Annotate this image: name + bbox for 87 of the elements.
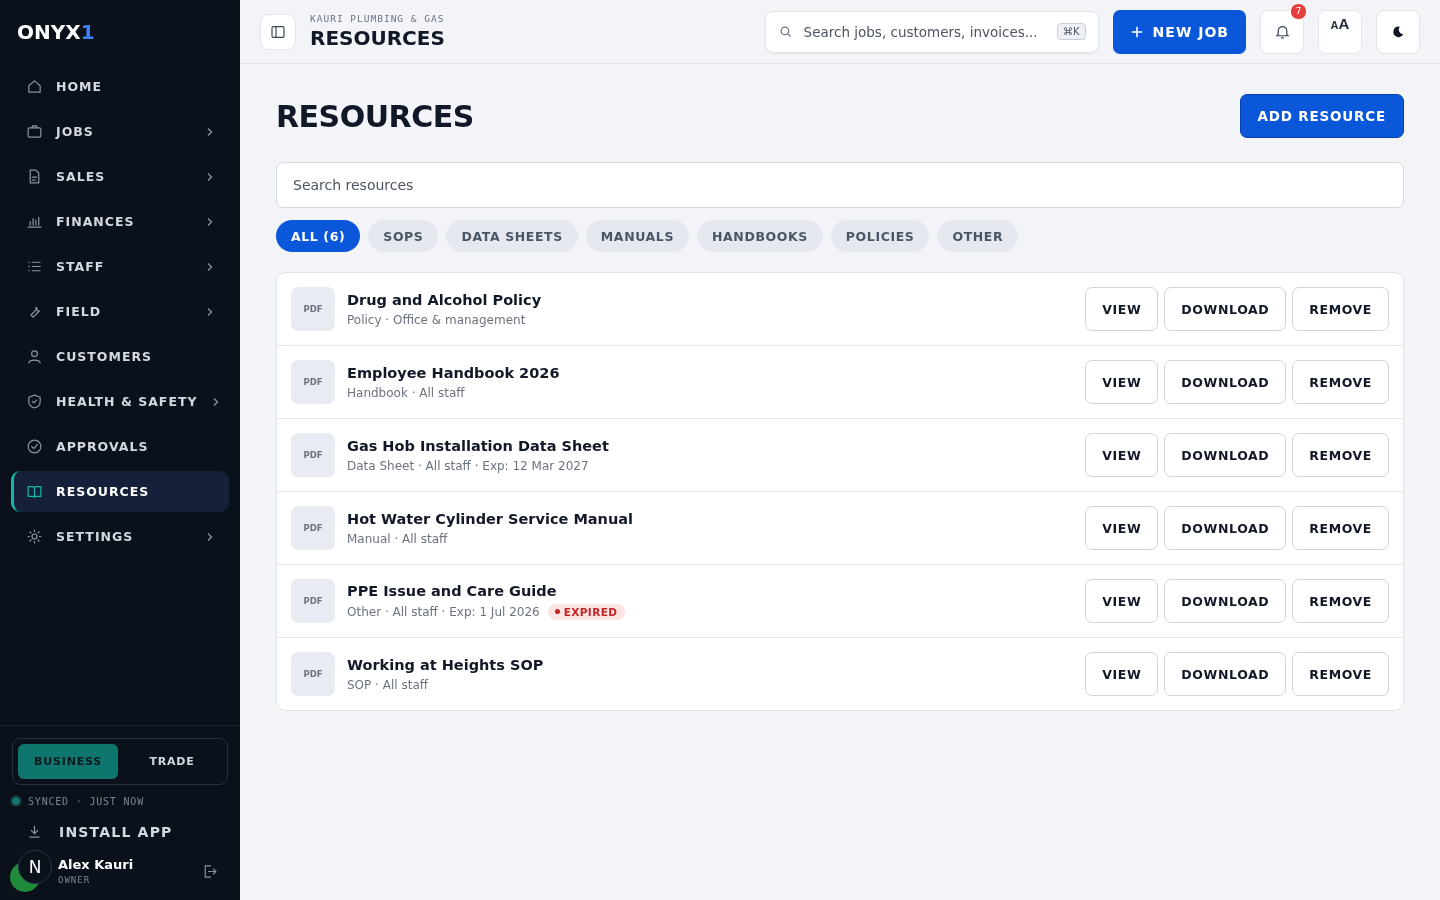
resource-meta: Policy · Office & management xyxy=(347,312,526,327)
install-app-link[interactable]: INSTALL APP xyxy=(12,807,228,852)
action-button[interactable]: DOWNLOAD xyxy=(1164,287,1287,331)
resource-meta: Other · All staff · Exp: 1 Jul 2026 xyxy=(347,604,540,619)
header-title: RESOURCES xyxy=(310,26,446,50)
action-button[interactable]: VIEW xyxy=(1085,360,1159,404)
file-type-badge: PDF xyxy=(291,360,335,404)
book-icon xyxy=(26,483,43,500)
notification-count: 7 xyxy=(1290,2,1307,20)
sync-status: SYNCED · JUST NOW xyxy=(28,795,144,807)
filter-chip[interactable]: OTHER xyxy=(937,220,1019,252)
action-button[interactable]: DOWNLOAD xyxy=(1164,652,1287,696)
plus-icon xyxy=(1129,24,1144,39)
action-button[interactable]: REMOVE xyxy=(1292,579,1389,623)
file-type-badge: PDF xyxy=(291,506,335,550)
action-button[interactable]: VIEW xyxy=(1085,433,1159,477)
action-button[interactable]: VIEW xyxy=(1085,652,1159,696)
page-title: RESOURCES xyxy=(276,98,474,134)
resource-title: Drug and Alcohol Policy xyxy=(347,291,543,308)
add-resource-button[interactable]: ADD RESOURCE xyxy=(1239,94,1404,138)
nav-item[interactable]: STAFF xyxy=(11,246,229,287)
action-button[interactable]: VIEW xyxy=(1085,579,1159,623)
resource-meta: SOP · All staff xyxy=(347,677,428,692)
new-job-button[interactable]: NEW JOB xyxy=(1112,9,1246,54)
mode-option[interactable]: TRADE xyxy=(122,744,222,779)
filter-chip[interactable]: POLICIES xyxy=(830,220,930,252)
brand-logo: ONYX1 xyxy=(16,19,96,46)
file-type-badge: PDF xyxy=(291,652,335,696)
action-button[interactable]: DOWNLOAD xyxy=(1164,360,1287,404)
resource-title: Employee Handbook 2026 xyxy=(347,364,561,381)
resource-meta: Handbook · All staff xyxy=(347,385,465,400)
filter-chip[interactable]: SOPS xyxy=(368,220,439,252)
resource-search-field[interactable]: Search resources xyxy=(276,162,1404,208)
nav-item[interactable]: JOBS xyxy=(11,111,229,152)
sidebar-toggle-button[interactable] xyxy=(260,13,296,50)
nav-item[interactable]: SETTINGS xyxy=(11,516,229,557)
filter-chip[interactable]: DATA SHEETS xyxy=(446,220,578,252)
resource-title: Hot Water Cylinder Service Manual xyxy=(347,510,634,527)
resource-meta: Manual · All staff xyxy=(347,531,448,546)
action-button[interactable]: VIEW xyxy=(1085,287,1159,331)
resource-meta: Data Sheet · All staff · Exp: 12 Mar 2027 xyxy=(347,458,589,473)
nav-item[interactable]: FINANCES xyxy=(11,201,229,242)
nav-item[interactable]: FIELD xyxy=(11,291,229,332)
filter-chip[interactable]: ALL (6) xyxy=(276,220,361,252)
action-button[interactable]: DOWNLOAD xyxy=(1164,433,1287,477)
shortcut-key: ⌘K xyxy=(1057,23,1086,40)
overlay-badge[interactable]: N xyxy=(18,850,52,884)
bell-icon xyxy=(1273,23,1291,40)
resource-title: Working at Heights SOP xyxy=(347,656,545,673)
nav-item[interactable]: HOME xyxy=(11,66,229,107)
action-button[interactable]: VIEW xyxy=(1085,506,1159,550)
sun-icon xyxy=(26,528,43,545)
company-name: KAURI PLUMBING & GAS xyxy=(310,13,446,24)
global-search-box[interactable]: Search jobs, customers, invoices... ⌘K xyxy=(764,10,1099,53)
file-type-badge: PDF xyxy=(291,579,335,623)
check-icon xyxy=(26,438,43,455)
action-button[interactable]: REMOVE xyxy=(1292,652,1389,696)
action-button[interactable]: REMOVE xyxy=(1292,360,1389,404)
person-icon xyxy=(26,348,43,365)
filter-chip[interactable]: HANDBOOKS xyxy=(697,220,823,252)
resource-title: PPE Issue and Care Guide xyxy=(347,582,558,599)
action-button[interactable]: REMOVE xyxy=(1292,433,1389,477)
briefcase-icon xyxy=(26,123,43,140)
moon-icon xyxy=(1391,24,1405,39)
file-type-badge: PDF xyxy=(291,433,335,477)
resource-title: Gas Hob Installation Data Sheet xyxy=(347,437,610,454)
notifications-button[interactable] xyxy=(1260,9,1304,54)
shield-icon xyxy=(26,393,43,410)
nav-item[interactable]: APPROVALS xyxy=(11,426,229,467)
nav-item[interactable]: RESOURCES xyxy=(11,471,229,512)
user-role: OWNER xyxy=(58,875,92,885)
status-dot xyxy=(10,795,22,807)
action-button[interactable]: REMOVE xyxy=(1292,506,1389,550)
filter-chip[interactable]: MANUALS xyxy=(585,220,689,252)
expired-badge: EXPIRED xyxy=(547,603,626,620)
font-size-button[interactable]: AA xyxy=(1318,9,1362,54)
nav-item[interactable]: CUSTOMERS xyxy=(11,336,229,377)
user-name: Alex Kauri xyxy=(58,857,135,872)
theme-toggle-button[interactable] xyxy=(1376,9,1420,54)
home-icon xyxy=(26,78,43,95)
nav-item[interactable]: SALES xyxy=(11,156,229,197)
action-button[interactable]: REMOVE xyxy=(1292,287,1389,331)
action-button[interactable]: DOWNLOAD xyxy=(1164,506,1287,550)
action-button[interactable]: DOWNLOAD xyxy=(1164,579,1287,623)
file-type-badge: PDF xyxy=(291,287,335,331)
nav-item[interactable]: HEALTH & SAFETY xyxy=(11,381,229,422)
sidebar-icon xyxy=(270,23,286,40)
